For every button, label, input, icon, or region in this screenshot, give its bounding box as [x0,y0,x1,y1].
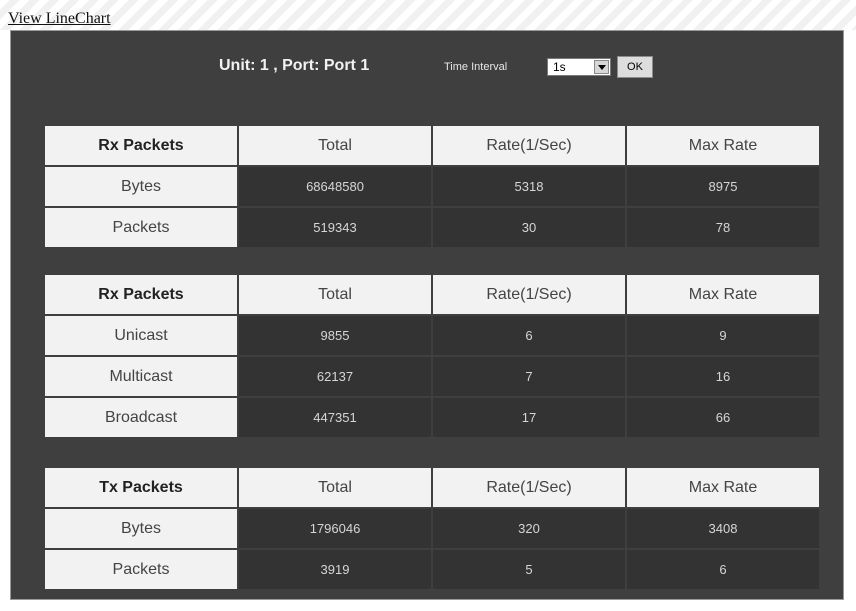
max-rate-value: 66 [627,398,819,437]
panel-header: Unit: 1 , Port: Port 1 Time Interval 1s … [11,55,843,79]
total-value: 68648580 [239,167,431,206]
rate-value: 5318 [433,167,625,206]
max-rate-value: 6 [627,550,819,589]
table-row: Packets 519343 30 78 [45,208,819,247]
row-label: Bytes [45,167,237,206]
table-row: Multicast 62137 7 16 [45,357,819,396]
table-title-cell: Rx Packets [45,126,237,165]
chevron-down-icon[interactable] [594,60,609,74]
time-interval-value: 1s [553,60,566,74]
rx-bytes-table: Rx Packets Total Rate(1/Sec) Max Rate By… [43,124,821,249]
max-rate-value: 9 [627,316,819,355]
column-header-total: Total [239,468,431,507]
rx-cast-table: Rx Packets Total Rate(1/Sec) Max Rate Un… [43,273,821,439]
tx-packets-table: Tx Packets Total Rate(1/Sec) Max Rate By… [43,466,821,591]
table-title-cell: Rx Packets [45,275,237,314]
table-row: Packets 3919 5 6 [45,550,819,589]
table-row: Unicast 9855 6 9 [45,316,819,355]
column-header-rate: Rate(1/Sec) [433,468,625,507]
max-rate-value: 3408 [627,509,819,548]
total-value: 519343 [239,208,431,247]
max-rate-value: 16 [627,357,819,396]
row-label: Bytes [45,509,237,548]
table-title-cell: Tx Packets [45,468,237,507]
column-header-total: Total [239,126,431,165]
ok-button[interactable]: OK [617,56,653,78]
table-row: Broadcast 447351 17 66 [45,398,819,437]
table-row: Bytes 68648580 5318 8975 [45,167,819,206]
column-header-total: Total [239,275,431,314]
max-rate-value: 8975 [627,167,819,206]
rate-value: 17 [433,398,625,437]
port-statistics-panel: Unit: 1 , Port: Port 1 Time Interval 1s … [10,30,844,600]
row-label: Packets [45,550,237,589]
table-header-row: Tx Packets Total Rate(1/Sec) Max Rate [45,468,819,507]
rate-value: 5 [433,550,625,589]
table-row: Bytes 1796046 320 3408 [45,509,819,548]
row-label: Packets [45,208,237,247]
rate-value: 6 [433,316,625,355]
rate-value: 7 [433,357,625,396]
rate-value: 320 [433,509,625,548]
rate-value: 30 [433,208,625,247]
column-header-rate: Rate(1/Sec) [433,126,625,165]
time-interval-label: Time Interval [444,61,508,73]
top-strip [0,0,856,30]
table-header-row: Rx Packets Total Rate(1/Sec) Max Rate [45,275,819,314]
total-value: 3919 [239,550,431,589]
row-label: Multicast [45,357,237,396]
view-linechart-link[interactable]: View LineChart [8,10,111,28]
unit-port-title: Unit: 1 , Port: Port 1 [219,57,370,74]
total-value: 9855 [239,316,431,355]
column-header-max-rate: Max Rate [627,126,819,165]
row-label: Unicast [45,316,237,355]
max-rate-value: 78 [627,208,819,247]
total-value: 62137 [239,357,431,396]
column-header-rate: Rate(1/Sec) [433,275,625,314]
total-value: 1796046 [239,509,431,548]
time-interval-select[interactable]: 1s [547,58,611,76]
total-value: 447351 [239,398,431,437]
column-header-max-rate: Max Rate [627,468,819,507]
table-header-row: Rx Packets Total Rate(1/Sec) Max Rate [45,126,819,165]
column-header-max-rate: Max Rate [627,275,819,314]
row-label: Broadcast [45,398,237,437]
